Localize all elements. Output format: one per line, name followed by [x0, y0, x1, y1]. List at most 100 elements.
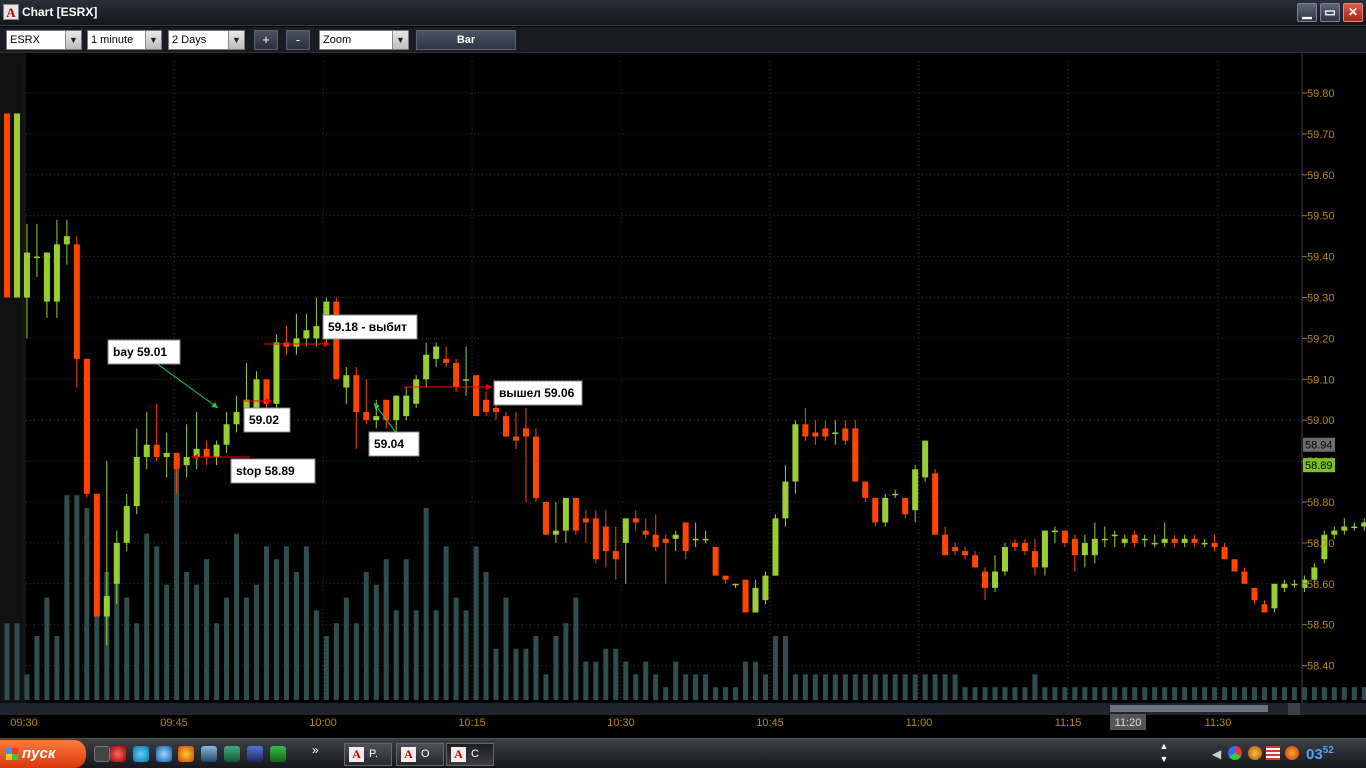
time-tick-label: 09:30 [10, 717, 38, 729]
volume-bar [4, 623, 10, 700]
chevron-more-icon[interactable]: » [312, 743, 324, 759]
candle-body [1081, 542, 1088, 556]
candle-body [1041, 530, 1048, 568]
candle-body [1011, 542, 1018, 547]
firefox-icon[interactable] [178, 746, 194, 762]
volume-bar [273, 559, 279, 700]
time-tick-label: 11:30 [1205, 717, 1232, 729]
start-button[interactable]: пуск [0, 740, 86, 768]
candle-body [333, 301, 340, 380]
candle-body [153, 444, 160, 458]
symbol-select[interactable]: ESRX ▼ [6, 30, 82, 50]
clock[interactable]: 0352 [1306, 745, 1334, 763]
volume-bar [992, 687, 998, 700]
excel-icon[interactable] [224, 746, 240, 762]
volume-bar [842, 674, 848, 700]
candle-body [273, 342, 280, 404]
candle-body [1341, 526, 1348, 531]
tray-status-icon[interactable] [1285, 746, 1299, 760]
candle-body [303, 330, 310, 339]
candle-body [463, 379, 470, 381]
candle-body [473, 375, 480, 417]
opera-icon[interactable] [110, 746, 126, 762]
candle-body [562, 497, 569, 531]
scroll-up-icon[interactable]: ▲ [1158, 741, 1170, 753]
volume-bar [1311, 687, 1317, 700]
chevron-down-icon[interactable]: ▼ [145, 31, 161, 49]
zoom-out-button[interactable]: - [286, 30, 310, 50]
candle-body [1281, 583, 1288, 588]
price-marker-label: 58.89 [1305, 460, 1333, 472]
candle-body [1181, 538, 1188, 543]
volume-bar [613, 648, 619, 700]
price-tick-label: 58.60 [1307, 579, 1335, 591]
candle-body [1031, 551, 1038, 568]
candle-body [532, 436, 539, 498]
taskbar-item-label: O [421, 748, 430, 760]
skype-icon[interactable] [133, 746, 149, 762]
scroll-down-icon[interactable]: ▼ [1158, 754, 1170, 766]
close-button[interactable]: ✕ [1343, 3, 1363, 22]
candle-body [73, 244, 80, 359]
volume-bar [1022, 687, 1028, 700]
desktop-icon[interactable] [201, 746, 217, 762]
volume-bar [643, 661, 649, 700]
app-logo-icon: A [451, 747, 466, 762]
range-select[interactable]: 2 Days ▼ [168, 30, 245, 50]
volume-bar [1331, 687, 1337, 700]
tray-network-icon[interactable] [1248, 746, 1262, 760]
maximize-button[interactable]: ▭ [1320, 3, 1340, 22]
language-flag-icon[interactable] [1266, 746, 1280, 760]
range-value: 2 Days [172, 34, 207, 46]
tray-app-icon[interactable] [1228, 746, 1242, 760]
candle-body [393, 395, 400, 421]
price-chart[interactable]: 59.80 59.70 59.60 59.50 59.40 59.30 59.20 59.10… [0, 53, 1366, 737]
candle-body [892, 493, 899, 496]
time-scrollbar-thumb[interactable] [1110, 705, 1268, 712]
volume-bar [84, 508, 90, 700]
scroll-right-button[interactable] [1288, 703, 1300, 715]
volume-bar [1321, 687, 1327, 700]
volume-bar [74, 495, 80, 700]
price-tick-label: 59.10 [1307, 374, 1335, 386]
volume-bar [1291, 687, 1297, 700]
volume-bar [952, 674, 958, 700]
volume-bar [393, 610, 399, 700]
volume-bar [533, 636, 539, 700]
chevron-down-icon[interactable]: ▼ [65, 31, 81, 49]
time-tick-label: 10:30 [607, 717, 635, 729]
candle-body [772, 518, 779, 576]
chart-type-button[interactable]: Bar [416, 30, 516, 50]
candle-body [612, 551, 619, 560]
minimize-button[interactable]: ▁ [1297, 3, 1317, 22]
zoom-mode-select[interactable]: Zoom ▼ [319, 30, 409, 50]
candle-body [1101, 538, 1108, 541]
price-tick-label: 59.00 [1307, 415, 1335, 427]
volume-bar [922, 674, 928, 700]
taskbar-item[interactable]: A P. [344, 743, 392, 766]
chevron-down-icon[interactable]: ▼ [392, 31, 408, 49]
candle-body [712, 546, 719, 576]
interval-select[interactable]: 1 minute ▼ [87, 30, 162, 50]
volume-bar [214, 623, 220, 700]
zoom-in-button[interactable]: + [254, 30, 278, 50]
taskbar-item[interactable]: A O [396, 743, 444, 766]
volume-bar [1002, 687, 1008, 700]
candle-body [1091, 538, 1098, 556]
candle-body [902, 497, 909, 515]
chevron-down-icon[interactable]: ▼ [228, 31, 244, 49]
candle-body [742, 579, 749, 613]
quicklaunch-handle-icon[interactable] [94, 746, 110, 762]
app-green-icon[interactable] [270, 746, 286, 762]
tray-expand-icon[interactable]: ◀ [1212, 747, 1224, 763]
save-icon[interactable] [247, 746, 263, 762]
candle-body [23, 252, 30, 298]
candle-body [1141, 538, 1148, 541]
app-logo-icon: A [349, 747, 364, 762]
ie-icon[interactable] [156, 746, 172, 762]
clock-hour: 03 [1306, 746, 1323, 763]
start-label: пуск [22, 745, 56, 762]
time-tick-label: 09:45 [160, 717, 188, 729]
volume-bar [1351, 687, 1357, 700]
taskbar-item-active[interactable]: A C [446, 743, 494, 766]
